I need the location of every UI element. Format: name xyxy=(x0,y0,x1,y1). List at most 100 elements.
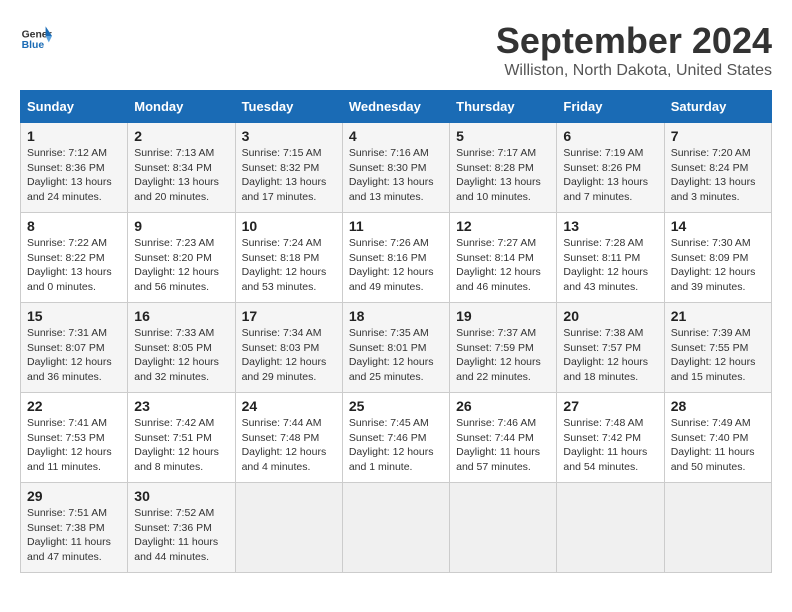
day-number: 28 xyxy=(671,398,765,414)
day-number: 17 xyxy=(242,308,336,324)
day-info: Sunrise: 7:16 AMSunset: 8:30 PMDaylight:… xyxy=(349,146,443,205)
calendar-cell: 8 Sunrise: 7:22 AMSunset: 8:22 PMDaylight… xyxy=(21,213,128,303)
calendar-week-1: 8 Sunrise: 7:22 AMSunset: 8:22 PMDaylight… xyxy=(21,213,772,303)
day-number: 1 xyxy=(27,128,121,144)
calendar-cell: 18 Sunrise: 7:35 AMSunset: 8:01 PMDayligh… xyxy=(342,303,449,393)
day-info: Sunrise: 7:37 AMSunset: 7:59 PMDaylight:… xyxy=(456,326,550,385)
day-info: Sunrise: 7:46 AMSunset: 7:44 PMDaylight:… xyxy=(456,416,550,475)
header-row: SundayMondayTuesdayWednesdayThursdayFrid… xyxy=(21,91,772,123)
day-info: Sunrise: 7:33 AMSunset: 8:05 PMDaylight:… xyxy=(134,326,228,385)
day-info: Sunrise: 7:35 AMSunset: 8:01 PMDaylight:… xyxy=(349,326,443,385)
calendar-cell: 16 Sunrise: 7:33 AMSunset: 8:05 PMDayligh… xyxy=(128,303,235,393)
day-info: Sunrise: 7:52 AMSunset: 7:36 PMDaylight:… xyxy=(134,506,228,565)
day-info: Sunrise: 7:15 AMSunset: 8:32 PMDaylight:… xyxy=(242,146,336,205)
header: General Blue September 2024 Williston, N… xyxy=(20,20,772,80)
calendar-week-0: 1Sunrise: 7:12 AMSunset: 8:36 PMDaylight… xyxy=(21,123,772,213)
calendar-cell: 15 Sunrise: 7:31 AMSunset: 8:07 PMDayligh… xyxy=(21,303,128,393)
calendar-header: SundayMondayTuesdayWednesdayThursdayFrid… xyxy=(21,91,772,123)
calendar-cell: 4 Sunrise: 7:16 AMSunset: 8:30 PMDaylight… xyxy=(342,123,449,213)
day-number: 8 xyxy=(27,218,121,234)
calendar-cell: 29Sunrise: 7:51 AMSunset: 7:38 PMDayligh… xyxy=(21,483,128,573)
calendar-cell: 5Sunrise: 7:17 AMSunset: 8:28 PMDaylight… xyxy=(450,123,557,213)
day-number: 30 xyxy=(134,488,228,504)
day-info: Sunrise: 7:51 AMSunset: 7:38 PMDaylight:… xyxy=(27,506,121,565)
calendar-table: SundayMondayTuesdayWednesdayThursdayFrid… xyxy=(20,90,772,573)
day-info: Sunrise: 7:42 AMSunset: 7:51 PMDaylight:… xyxy=(134,416,228,475)
day-info: Sunrise: 7:26 AMSunset: 8:16 PMDaylight:… xyxy=(349,236,443,295)
logo-icon: General Blue xyxy=(20,20,52,52)
day-number: 14 xyxy=(671,218,765,234)
day-info: Sunrise: 7:31 AMSunset: 8:07 PMDaylight:… xyxy=(27,326,121,385)
day-number: 21 xyxy=(671,308,765,324)
day-info: Sunrise: 7:38 AMSunset: 7:57 PMDaylight:… xyxy=(563,326,657,385)
calendar-cell: 19 Sunrise: 7:37 AMSunset: 7:59 PMDayligh… xyxy=(450,303,557,393)
day-number: 22 xyxy=(27,398,121,414)
calendar-cell: 12 Sunrise: 7:27 AMSunset: 8:14 PMDayligh… xyxy=(450,213,557,303)
day-info: Sunrise: 7:27 AMSunset: 8:14 PMDaylight:… xyxy=(456,236,550,295)
day-number: 15 xyxy=(27,308,121,324)
day-number: 5 xyxy=(456,128,550,144)
location-title: Williston, North Dakota, United States xyxy=(496,62,772,80)
calendar-cell: 26 Sunrise: 7:46 AMSunset: 7:44 PMDayligh… xyxy=(450,393,557,483)
header-cell-thursday: Thursday xyxy=(450,91,557,123)
calendar-cell: 24 Sunrise: 7:44 AMSunset: 7:48 PMDayligh… xyxy=(235,393,342,483)
day-number: 18 xyxy=(349,308,443,324)
calendar-week-2: 15 Sunrise: 7:31 AMSunset: 8:07 PMDayligh… xyxy=(21,303,772,393)
day-number: 25 xyxy=(349,398,443,414)
day-info: Sunrise: 7:49 AMSunset: 7:40 PMDaylight:… xyxy=(671,416,765,475)
day-info: Sunrise: 7:24 AMSunset: 8:18 PMDaylight:… xyxy=(242,236,336,295)
calendar-cell: 21 Sunrise: 7:39 AMSunset: 7:55 PMDayligh… xyxy=(664,303,771,393)
header-cell-monday: Monday xyxy=(128,91,235,123)
calendar-cell: 9 Sunrise: 7:23 AMSunset: 8:20 PMDaylight… xyxy=(128,213,235,303)
day-number: 26 xyxy=(456,398,550,414)
day-number: 13 xyxy=(563,218,657,234)
day-info: Sunrise: 7:44 AMSunset: 7:48 PMDaylight:… xyxy=(242,416,336,475)
day-info: Sunrise: 7:20 AMSunset: 8:24 PMDaylight:… xyxy=(671,146,765,205)
logo: General Blue xyxy=(20,20,52,52)
calendar-cell: 11Sunrise: 7:26 AMSunset: 8:16 PMDayligh… xyxy=(342,213,449,303)
day-info: Sunrise: 7:19 AMSunset: 8:26 PMDaylight:… xyxy=(563,146,657,205)
day-info: Sunrise: 7:22 AMSunset: 8:22 PMDaylight:… xyxy=(27,236,121,295)
header-cell-saturday: Saturday xyxy=(664,91,771,123)
calendar-cell: 13 Sunrise: 7:28 AMSunset: 8:11 PMDayligh… xyxy=(557,213,664,303)
day-number: 10 xyxy=(242,218,336,234)
day-info: Sunrise: 7:39 AMSunset: 7:55 PMDaylight:… xyxy=(671,326,765,385)
day-info: Sunrise: 7:13 AMSunset: 8:34 PMDaylight:… xyxy=(134,146,228,205)
day-info: Sunrise: 7:48 AMSunset: 7:42 PMDaylight:… xyxy=(563,416,657,475)
day-info: Sunrise: 7:34 AMSunset: 8:03 PMDaylight:… xyxy=(242,326,336,385)
svg-text:Blue: Blue xyxy=(22,40,45,51)
day-info: Sunrise: 7:28 AMSunset: 8:11 PMDaylight:… xyxy=(563,236,657,295)
calendar-cell: 27 Sunrise: 7:48 AMSunset: 7:42 PMDayligh… xyxy=(557,393,664,483)
header-cell-tuesday: Tuesday xyxy=(235,91,342,123)
day-number: 4 xyxy=(349,128,443,144)
day-info: Sunrise: 7:23 AMSunset: 8:20 PMDaylight:… xyxy=(134,236,228,295)
day-number: 16 xyxy=(134,308,228,324)
calendar-cell: 3Sunrise: 7:15 AMSunset: 8:32 PMDaylight… xyxy=(235,123,342,213)
day-number: 2 xyxy=(134,128,228,144)
header-cell-wednesday: Wednesday xyxy=(342,91,449,123)
calendar-cell xyxy=(235,483,342,573)
day-number: 12 xyxy=(456,218,550,234)
calendar-cell xyxy=(450,483,557,573)
day-number: 27 xyxy=(563,398,657,414)
day-number: 24 xyxy=(242,398,336,414)
calendar-body: 1Sunrise: 7:12 AMSunset: 8:36 PMDaylight… xyxy=(21,123,772,573)
calendar-cell: 20Sunrise: 7:38 AMSunset: 7:57 PMDayligh… xyxy=(557,303,664,393)
calendar-cell: 1Sunrise: 7:12 AMSunset: 8:36 PMDaylight… xyxy=(21,123,128,213)
month-title: September 2024 xyxy=(496,20,772,62)
day-number: 6 xyxy=(563,128,657,144)
calendar-cell xyxy=(664,483,771,573)
day-info: Sunrise: 7:41 AMSunset: 7:53 PMDaylight:… xyxy=(27,416,121,475)
calendar-cell: 28 Sunrise: 7:49 AMSunset: 7:40 PMDayligh… xyxy=(664,393,771,483)
day-info: Sunrise: 7:30 AMSunset: 8:09 PMDaylight:… xyxy=(671,236,765,295)
calendar-week-4: 29Sunrise: 7:51 AMSunset: 7:38 PMDayligh… xyxy=(21,483,772,573)
calendar-cell: 17 Sunrise: 7:34 AMSunset: 8:03 PMDayligh… xyxy=(235,303,342,393)
day-number: 9 xyxy=(134,218,228,234)
calendar-cell: 22 Sunrise: 7:41 AMSunset: 7:53 PMDayligh… xyxy=(21,393,128,483)
day-info: Sunrise: 7:45 AMSunset: 7:46 PMDaylight:… xyxy=(349,416,443,475)
calendar-cell: 25 Sunrise: 7:45 AMSunset: 7:46 PMDayligh… xyxy=(342,393,449,483)
calendar-cell: 7Sunrise: 7:20 AMSunset: 8:24 PMDaylight… xyxy=(664,123,771,213)
day-number: 19 xyxy=(456,308,550,324)
day-number: 23 xyxy=(134,398,228,414)
calendar-cell: 23 Sunrise: 7:42 AMSunset: 7:51 PMDayligh… xyxy=(128,393,235,483)
